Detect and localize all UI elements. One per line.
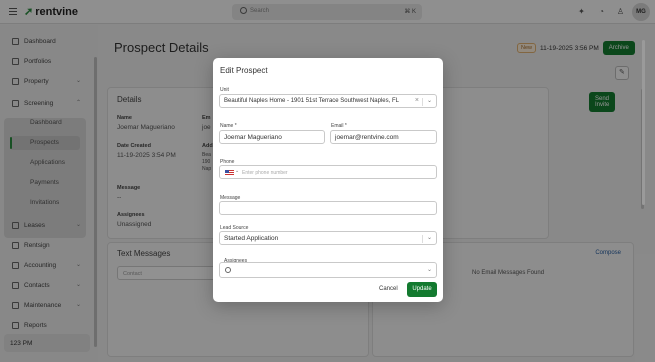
- chevron-down-icon[interactable]: ⌄: [427, 234, 432, 241]
- name-label: Name *: [220, 123, 237, 129]
- name-field-value: Joemar Magueriano: [224, 134, 282, 141]
- unit-select[interactable]: Beautiful Naples Home - 1901 51st Terrac…: [219, 94, 437, 108]
- chevron-down-icon[interactable]: ⌄: [235, 168, 239, 174]
- search-icon: [225, 267, 231, 273]
- clear-icon[interactable]: ×: [415, 97, 419, 104]
- phone-placeholder: Enter phone number: [242, 170, 288, 176]
- email-field[interactable]: joemar@rentvine.com: [330, 130, 437, 144]
- us-flag-icon[interactable]: [225, 170, 234, 176]
- email-field-value: joemar@rentvine.com: [335, 134, 399, 141]
- unit-label: Unit: [220, 87, 229, 93]
- name-field[interactable]: Joemar Magueriano: [219, 130, 325, 144]
- message-field[interactable]: [219, 201, 437, 215]
- cancel-button[interactable]: Cancel: [379, 286, 398, 292]
- assignees-select[interactable]: ⌄: [219, 262, 437, 278]
- edit-prospect-modal: Edit Prospect Unit Beautiful Naples Home…: [213, 58, 443, 302]
- chevron-down-icon[interactable]: ⌄: [427, 97, 432, 104]
- select-separator: [422, 98, 423, 106]
- lead-source-value: Started Application: [224, 235, 279, 242]
- email-label: Email *: [331, 123, 347, 129]
- unit-value: Beautiful Naples Home - 1901 51st Terrac…: [224, 98, 399, 104]
- chevron-down-icon[interactable]: ⌄: [427, 266, 432, 273]
- lead-source-select[interactable]: Started Application ⌄: [219, 231, 437, 245]
- phone-field[interactable]: ⌄ Enter phone number: [219, 165, 437, 179]
- update-button[interactable]: Update: [407, 282, 437, 297]
- modal-title: Edit Prospect: [220, 66, 268, 75]
- page-scrollbar[interactable]: [642, 40, 645, 205]
- select-separator: [422, 235, 423, 243]
